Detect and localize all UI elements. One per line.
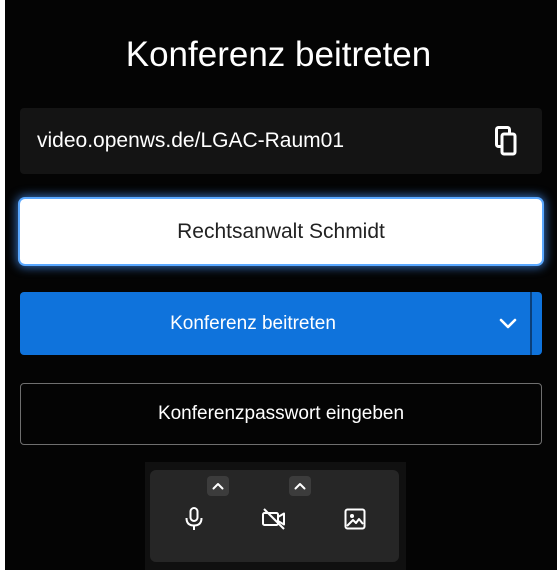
meeting-url-box: video.openws.de/LGAC-Raum01 — [20, 108, 542, 174]
display-name-field — [20, 199, 542, 264]
background-image-icon — [344, 508, 366, 530]
join-meeting-button[interactable]: Konferenz beitreten — [20, 292, 542, 355]
chevron-down-icon — [499, 318, 517, 328]
meeting-url-text: video.openws.de/LGAC-Raum01 — [37, 129, 345, 152]
chevron-up-icon — [212, 483, 224, 490]
background-button[interactable] — [335, 499, 375, 539]
microphone-icon — [185, 507, 203, 530]
camera-button[interactable] — [254, 499, 294, 539]
enter-password-button[interactable]: Konferenzpasswort eingeben — [20, 383, 542, 445]
microphone-button[interactable] — [174, 499, 214, 539]
chevron-up-icon — [294, 483, 306, 490]
join-options-dropdown[interactable] — [486, 292, 532, 355]
join-meeting-label: Konferenz beitreten — [170, 313, 336, 334]
camera-off-icon — [262, 508, 285, 530]
media-toolbar — [150, 470, 399, 562]
copy-icon — [495, 126, 517, 156]
display-name-input[interactable] — [20, 199, 542, 264]
copy-url-button[interactable] — [486, 122, 526, 160]
page-title: Konferenz beitreten — [125, 35, 432, 74]
video-settings-toggle[interactable] — [289, 476, 311, 496]
audio-settings-toggle[interactable] — [207, 476, 229, 496]
